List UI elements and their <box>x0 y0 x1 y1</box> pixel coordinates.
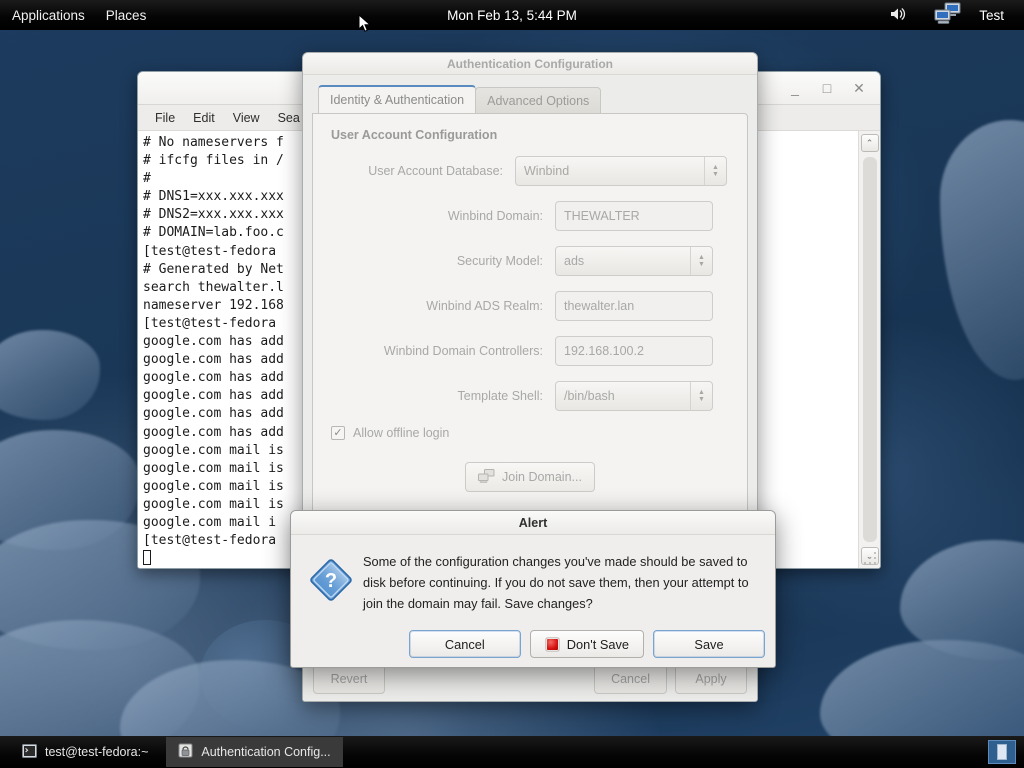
field-label: Winbind Domain Controllers: <box>383 344 543 358</box>
maximize-button[interactable]: □ <box>814 76 840 100</box>
terminal-menu-view[interactable]: View <box>224 108 269 128</box>
winbind-domain-controllers-value: 192.168.100.2 <box>564 344 644 358</box>
field-label: Winbind Domain: <box>447 209 543 223</box>
alert-body: ? Some of the configuration changes you'… <box>291 535 775 623</box>
network-join-icon <box>478 468 495 486</box>
terminal-menu-edit[interactable]: Edit <box>184 108 224 128</box>
field-user-account-database: User Account Database: Winbind ▲ ▼ <box>329 156 731 186</box>
template-shell-value: /bin/bash <box>564 389 615 403</box>
security-model-value: ads <box>564 254 585 268</box>
taskbar-item-authentication-config-label: Authentication Config... <box>201 745 331 759</box>
alert-title: Alert <box>518 515 548 530</box>
field-template-shell: Template Shell: /bin/bash ▲ ▼ <box>329 381 731 411</box>
tab-advanced-options-label: Advanced Options <box>487 93 590 108</box>
cancel-button-label: Cancel <box>444 636 485 652</box>
scrollbar-track[interactable] <box>862 157 877 542</box>
user-account-database-combo[interactable]: Winbind ▲ ▼ <box>515 156 727 186</box>
wallpaper-rock <box>940 120 1024 380</box>
menu-places[interactable]: Places <box>97 4 156 27</box>
save-button-label: Save <box>694 636 724 652</box>
terminal-output-text: # No nameservers f # ifcfg files in / # … <box>143 135 284 549</box>
template-shell-combo[interactable]: /bin/bash ▲ ▼ <box>555 381 713 411</box>
allow-offline-login-checkbox[interactable]: ✓ Allow offline login <box>331 426 731 440</box>
field-security-model: Security Model: ads ▲ ▼ <box>329 246 731 276</box>
question-diamond-icon: ? <box>305 549 357 623</box>
wallpaper-rock <box>0 330 100 420</box>
save-button[interactable]: Save <box>653 630 765 658</box>
user-label[interactable]: Test <box>979 8 1018 23</box>
bottom-panel: test@test-fedora:~ Authentication Config… <box>0 736 1024 768</box>
alert-titlebar[interactable]: Alert <box>291 511 775 535</box>
minimize-button[interactable]: _ <box>782 76 808 100</box>
revert-button[interactable]: Revert <box>313 664 385 694</box>
winbind-ads-realm-input[interactable]: thewalter.lan <box>555 291 713 321</box>
chevron-updown-icon[interactable]: ▲ ▼ <box>704 157 726 185</box>
resize-grip[interactable] <box>864 552 878 566</box>
alert-dialog[interactable]: Alert ? Some of the configuration change… <box>290 510 776 668</box>
terminal-scrollbar[interactable]: ⌃ ⌄ <box>858 131 880 568</box>
desktop: Applications Places Mon Feb 13, 5:44 PM <box>0 0 1024 768</box>
auth-config-icon <box>178 743 193 761</box>
tab-identity-authentication[interactable]: Identity & Authentication <box>318 85 477 113</box>
auth-apply-button[interactable]: Apply <box>675 664 747 694</box>
field-label: User Account Database: <box>368 164 503 178</box>
section-title: User Account Configuration <box>331 128 498 142</box>
field-winbind-domain: Winbind Domain: THEWALTER <box>329 201 731 231</box>
auth-window-titlebar[interactable]: Authentication Configuration <box>303 53 757 75</box>
field-label: Template Shell: <box>457 389 543 403</box>
scroll-up-arrow-icon[interactable]: ⌃ <box>860 134 879 152</box>
dont-save-button-label: Don't Save <box>566 636 629 652</box>
terminal-cursor <box>143 550 151 566</box>
winbind-domain-input[interactable]: THEWALTER <box>555 201 713 231</box>
system-tray: Test <box>879 0 1024 30</box>
auth-cancel-button[interactable]: Cancel <box>594 664 667 694</box>
taskbar-item-terminal[interactable]: test@test-fedora:~ <box>10 737 160 767</box>
winbind-domain-controllers-input[interactable]: 192.168.100.2 <box>555 336 713 366</box>
tab-strip: Identity & Authentication Advanced Optio… <box>312 85 748 113</box>
field-label: Security Model: <box>456 254 543 268</box>
cancel-button[interactable]: Cancel <box>408 630 521 658</box>
chevron-updown-icon[interactable]: ▲ ▼ <box>690 382 712 410</box>
menu-applications[interactable]: Applications <box>3 4 94 27</box>
clock-text: Mon Feb 13, 5:44 PM <box>447 7 577 23</box>
checkbox-mark-icon: ✓ <box>331 426 345 440</box>
join-domain-label: Join Domain... <box>502 470 582 484</box>
close-button[interactable]: ✕ <box>846 76 872 100</box>
stop-icon <box>544 636 560 652</box>
field-winbind-domain-controllers: Winbind Domain Controllers: 192.168.100.… <box>329 336 731 366</box>
join-domain-row: Join Domain... <box>329 462 731 492</box>
security-model-combo[interactable]: ads ▲ ▼ <box>555 246 713 276</box>
join-domain-button[interactable]: Join Domain... <box>465 462 595 492</box>
winbind-domain-value: THEWALTER <box>564 209 640 223</box>
taskbar-item-authentication-config[interactable]: Authentication Config... <box>166 737 343 767</box>
alert-button-row: Cancel Don't Save Save <box>291 623 775 667</box>
winbind-ads-realm-value: thewalter.lan <box>564 299 635 313</box>
taskbar-item-terminal-label: test@test-fedora:~ <box>45 745 149 759</box>
field-winbind-ads-realm: Winbind ADS Realm: thewalter.lan <box>329 291 731 321</box>
mouse-cursor <box>358 13 372 39</box>
workspace-window-thumb <box>997 744 1007 760</box>
chevron-updown-icon[interactable]: ▲ ▼ <box>690 247 712 275</box>
workspace-switcher[interactable] <box>988 740 1016 764</box>
allow-offline-login-label: Allow offline login <box>353 426 450 440</box>
network-computers-icon[interactable] <box>923 2 973 29</box>
alert-message: Some of the configuration changes you've… <box>363 554 749 611</box>
auth-window-title: Authentication Configuration <box>447 56 613 71</box>
volume-icon[interactable] <box>879 6 917 25</box>
field-label: Winbind ADS Realm: <box>426 299 543 313</box>
tab-advanced-options[interactable]: Advanced Options <box>475 87 602 113</box>
dont-save-button[interactable]: Don't Save <box>529 630 644 658</box>
terminal-menu-file[interactable]: File <box>146 108 184 128</box>
workspace-1[interactable] <box>988 740 1016 764</box>
svg-text:?: ? <box>325 570 337 592</box>
user-account-database-value: Winbind <box>524 164 570 178</box>
tab-identity-authentication-label: Identity & Authentication <box>330 93 465 107</box>
top-panel: Applications Places Mon Feb 13, 5:44 PM <box>0 0 1024 30</box>
terminal-icon <box>22 743 37 761</box>
